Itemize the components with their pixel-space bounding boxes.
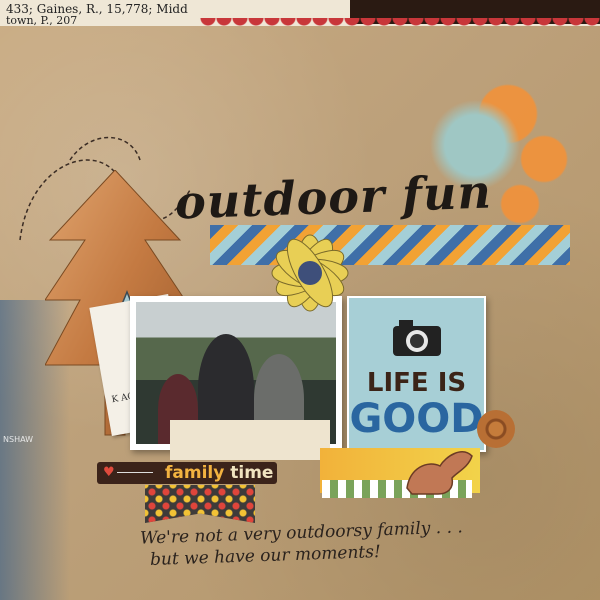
camera-icon (393, 320, 441, 356)
scrapbook-page: 433; Gaines, R., 15,778; Midd town, P., … (0, 0, 600, 600)
card-line-1: LIFE IS (366, 368, 467, 398)
wood-button (477, 410, 515, 448)
card-line-2: GOOD (349, 396, 484, 442)
flower-icon (271, 234, 349, 312)
polka-dot-banner (145, 485, 255, 523)
paper-strip (170, 420, 330, 460)
edge-stamp: NSHAW (3, 435, 34, 444)
squirrel-icon (406, 451, 473, 495)
scallop-border (200, 18, 600, 34)
label-text: family time (165, 463, 273, 483)
label-prefix: family (165, 463, 225, 483)
label-suffix: time (230, 463, 274, 483)
heart-icon: ♥ (103, 465, 115, 480)
strip-line-2: town, P., 207 (6, 14, 78, 26)
family-time-label: ♥ family time (97, 462, 277, 484)
arrow-line (117, 472, 153, 473)
